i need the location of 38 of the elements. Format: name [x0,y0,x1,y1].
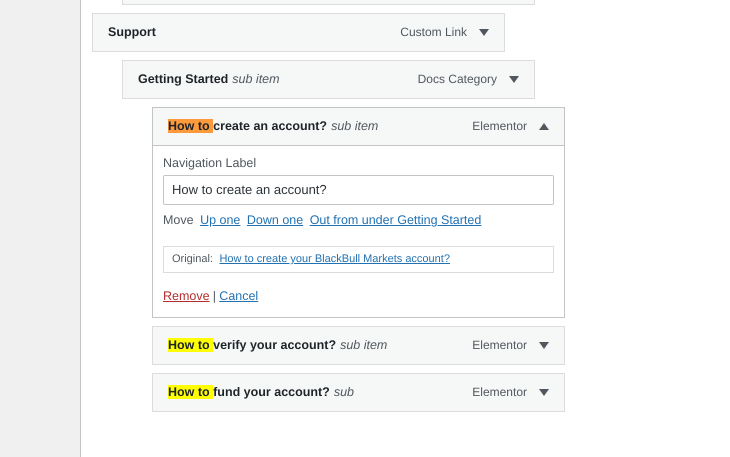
remove-link[interactable]: Remove [163,286,210,306]
item-subtitle: sub item [331,119,378,133]
item-type-label: Docs Category [418,71,497,88]
menu-item-title: verify your account? [213,338,336,352]
move-label: Move [163,212,194,230]
caret-down-icon[interactable] [479,29,489,36]
search-highlight: How to [168,338,214,352]
caret-down-icon[interactable] [539,342,549,350]
menu-item-header[interactable]: Support Custom Link [92,13,505,52]
item-type-label: Elementor [472,118,527,135]
original-link[interactable]: How to create your BlackBull Markets account? [219,251,450,268]
search-highlight: How to [168,385,214,400]
item-type-label: Custom Link [400,24,467,41]
cancel-link[interactable]: Cancel [219,286,258,306]
menu-item-header[interactable]: Getting Started sub item Docs Category [122,60,535,99]
caret-down-icon[interactable] [539,389,549,396]
menu-item-header[interactable]: How to fund your account? sub Elementor [152,373,565,412]
move-link[interactable]: Down one [246,211,304,230]
item-subtitle: sub item [232,72,280,86]
menu-item-title: fund your account? [213,385,330,400]
input-field[interactable]: How to create an account? [163,174,554,205]
move-link[interactable]: Out from under Getting Started [310,211,482,230]
menu-item-title: Support [108,25,156,39]
search-highlight: How to [168,119,214,133]
menu-item-title: create an account? [213,119,328,133]
menu-item-title: Getting Started [138,72,228,86]
original-label: Original: [172,252,213,267]
item-subtitle: sub [334,385,354,400]
field-label: Navigation Label [163,155,258,172]
caret-up-icon[interactable] [539,123,549,130]
item-type-label: Elementor [472,384,527,402]
menu-item-header[interactable]: How to create an account? sub item Elementor [152,107,565,146]
separator-text: | [212,288,216,305]
move-link[interactable]: Up one [200,211,240,230]
caret-down-icon[interactable] [509,76,519,83]
item-type-label: Elementor [472,337,527,354]
item-subtitle: sub item [340,338,388,352]
menu-item-header[interactable]: How to verify your account? sub item Elementor [152,326,565,366]
